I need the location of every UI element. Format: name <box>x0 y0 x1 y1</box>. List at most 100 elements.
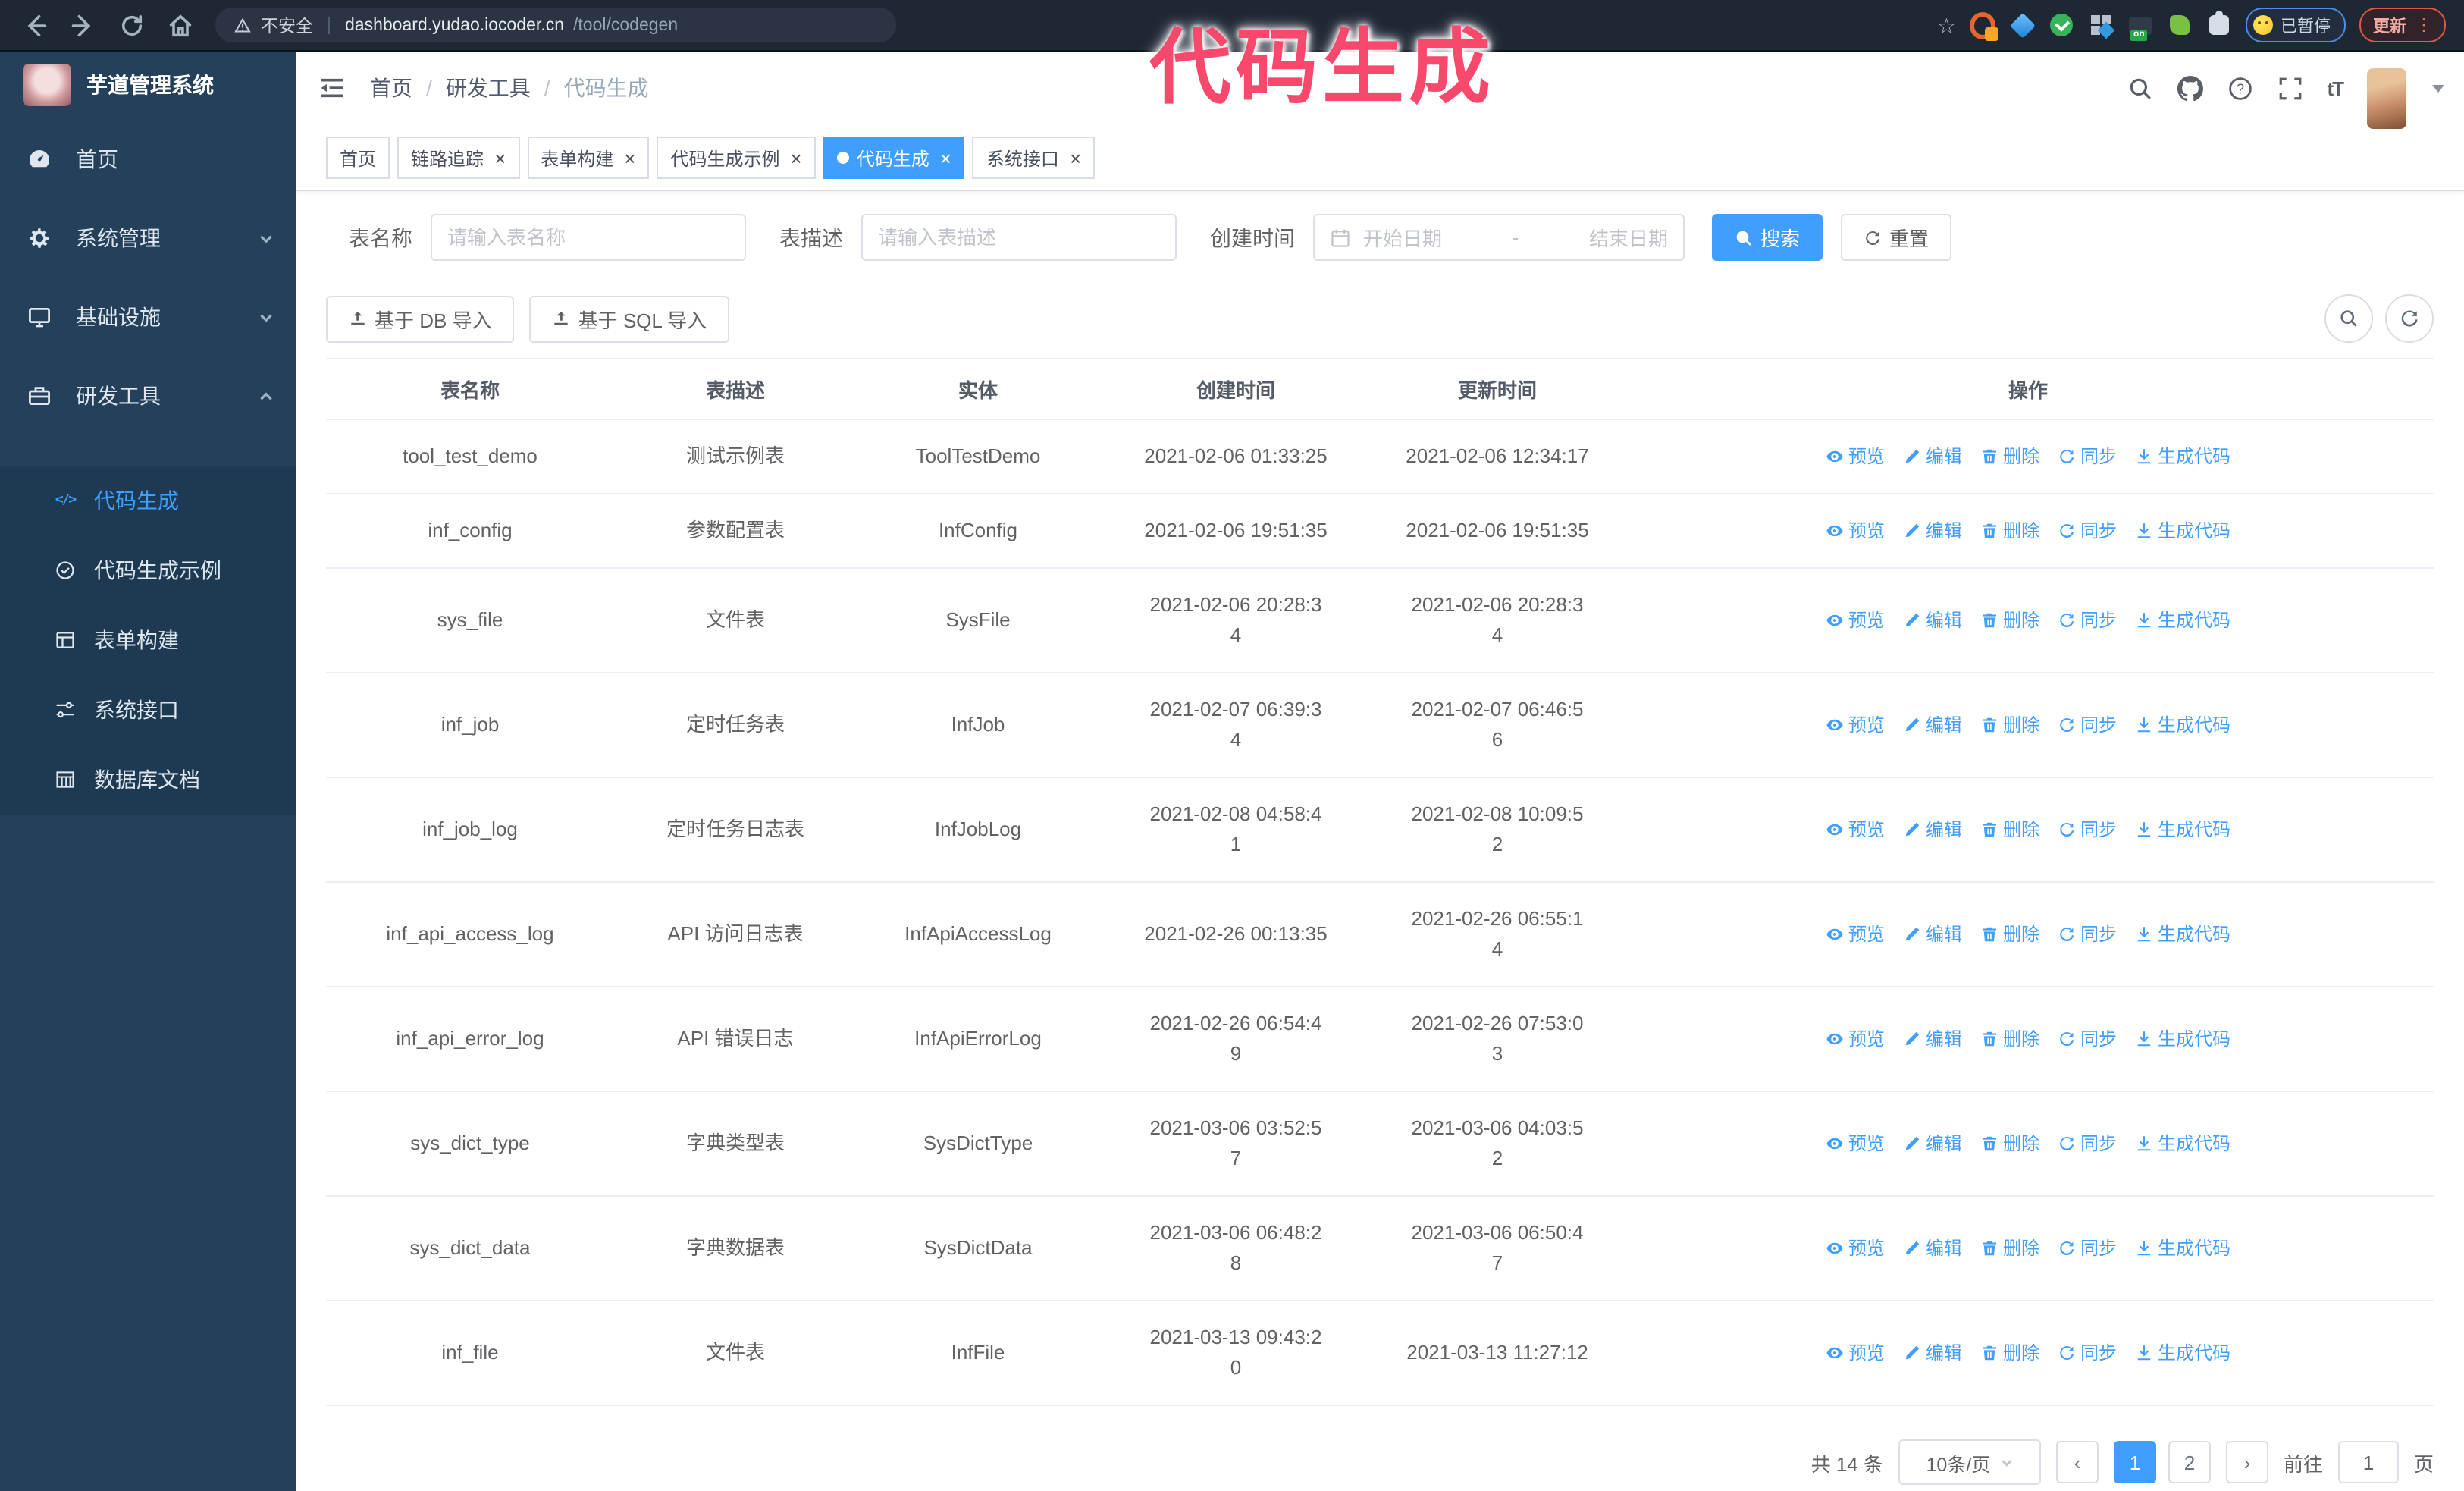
tab-4[interactable]: 代码生成 × <box>823 137 965 179</box>
delete-link[interactable]: 删除 <box>1980 605 2039 636</box>
extension-icon-grid[interactable] <box>2088 12 2114 38</box>
sidebar-item-system[interactable]: 系统管理 <box>0 199 296 278</box>
generate-code-link[interactable]: 生成代码 <box>2135 1338 2230 1368</box>
sidebar-item-home[interactable]: 首页 <box>0 120 296 199</box>
sync-link[interactable]: 同步 <box>2058 1128 2117 1159</box>
delete-link[interactable]: 删除 <box>1980 919 2039 950</box>
generate-code-link[interactable]: 生成代码 <box>2135 1024 2230 1054</box>
preview-link[interactable]: 预览 <box>1826 516 1885 546</box>
extension-icon-orange[interactable] <box>1970 11 1998 41</box>
preview-link[interactable]: 预览 <box>1826 441 1885 472</box>
avatar[interactable] <box>2367 68 2406 129</box>
generate-code-link[interactable]: 生成代码 <box>2135 605 2230 636</box>
help-icon[interactable]: ? <box>2227 75 2252 101</box>
sidebar-item-infra[interactable]: 基础设施 <box>0 278 296 356</box>
sync-link[interactable]: 同步 <box>2058 1338 2117 1368</box>
sync-link[interactable]: 同步 <box>2058 1233 2117 1263</box>
generate-code-link[interactable]: 生成代码 <box>2135 710 2230 740</box>
sidebar-item-devtools[interactable]: 研发工具 <box>0 356 296 435</box>
sync-link[interactable]: 同步 <box>2058 1024 2117 1054</box>
tab-close-icon[interactable]: × <box>494 148 506 168</box>
sidebar-item-system-api[interactable]: 系统接口 <box>0 675 296 745</box>
delete-link[interactable]: 删除 <box>1980 516 2039 546</box>
delete-link[interactable]: 删除 <box>1980 1024 2039 1054</box>
page-button-2[interactable]: 2 <box>2168 1441 2211 1483</box>
edit-link[interactable]: 编辑 <box>1903 1338 1962 1368</box>
browser-update-button[interactable]: 更新 ⋮ <box>2359 8 2446 42</box>
bookmark-star-icon[interactable]: ☆ <box>1937 14 1956 36</box>
sidebar-item-codegen[interactable]: </> 代码生成 <box>0 466 296 535</box>
prev-page-button[interactable]: ‹ <box>2055 1441 2099 1483</box>
preview-link[interactable]: 预览 <box>1826 1338 1885 1368</box>
tab-0[interactable]: 首页 <box>326 137 390 179</box>
paused-extension-badge[interactable]: 已暂停 <box>2246 8 2346 42</box>
search-button[interactable]: 搜索 <box>1712 214 1823 261</box>
import-sql-button[interactable]: 基于 SQL 导入 <box>529 295 730 342</box>
sidebar-item-form-builder[interactable]: 表单构建 <box>0 605 296 675</box>
page-size-select[interactable]: 10条/页 <box>1898 1439 2041 1485</box>
generate-code-link[interactable]: 生成代码 <box>2135 919 2230 950</box>
edit-link[interactable]: 编辑 <box>1903 1233 1962 1263</box>
delete-link[interactable]: 删除 <box>1980 1233 2039 1263</box>
home-button[interactable] <box>167 11 194 39</box>
breadcrumb-item-home[interactable]: 首页 <box>370 73 412 103</box>
search-icon[interactable] <box>2127 75 2152 101</box>
generate-code-link[interactable]: 生成代码 <box>2135 1128 2230 1159</box>
sync-link[interactable]: 同步 <box>2058 605 2117 636</box>
address-bar[interactable]: 不安全 | dashboard.yudao.iocoder.cn/tool/co… <box>215 8 896 42</box>
sidebar-item-db-doc[interactable]: 数据库文档 <box>0 745 296 815</box>
delete-link[interactable]: 删除 <box>1980 1338 2039 1368</box>
font-size-icon[interactable]: tT <box>2327 77 2344 99</box>
preview-link[interactable]: 预览 <box>1826 919 1885 950</box>
import-db-button[interactable]: 基于 DB 导入 <box>326 295 515 342</box>
reset-button[interactable]: 重置 <box>1841 214 1952 261</box>
preview-link[interactable]: 预览 <box>1826 1128 1885 1159</box>
generate-code-link[interactable]: 生成代码 <box>2135 1233 2230 1263</box>
delete-link[interactable]: 删除 <box>1980 815 2039 845</box>
sync-link[interactable]: 同步 <box>2058 815 2117 845</box>
generate-code-link[interactable]: 生成代码 <box>2135 441 2230 472</box>
tab-3[interactable]: 代码生成示例 × <box>657 137 816 179</box>
table-name-input[interactable] <box>431 214 746 261</box>
extension-icon-dark[interactable]: on <box>2127 12 2153 40</box>
edit-link[interactable]: 编辑 <box>1903 1024 1962 1054</box>
tab-2[interactable]: 表单构建 × <box>527 137 650 179</box>
delete-link[interactable]: 删除 <box>1980 710 2039 740</box>
tab-close-icon[interactable]: × <box>1070 148 1081 168</box>
extension-icon-check[interactable] <box>2049 12 2074 38</box>
delete-link[interactable]: 删除 <box>1980 441 2039 472</box>
generate-code-link[interactable]: 生成代码 <box>2135 815 2230 845</box>
sync-link[interactable]: 同步 <box>2058 516 2117 546</box>
refresh-button[interactable] <box>2385 294 2434 343</box>
tab-1[interactable]: 链路追踪 × <box>397 137 520 179</box>
sync-link[interactable]: 同步 <box>2058 710 2117 740</box>
table-desc-input[interactable] <box>861 214 1177 261</box>
extension-icon-green[interactable] <box>2167 12 2193 38</box>
forward-button[interactable] <box>70 11 97 39</box>
tab-close-icon[interactable]: × <box>940 148 951 168</box>
caret-down-icon[interactable] <box>2431 80 2446 96</box>
edit-link[interactable]: 编辑 <box>1903 441 1962 472</box>
hamburger-icon[interactable] <box>318 74 346 102</box>
delete-link[interactable]: 删除 <box>1980 1128 2039 1159</box>
search-toggle-button[interactable] <box>2324 294 2373 343</box>
edit-link[interactable]: 编辑 <box>1903 605 1962 636</box>
preview-link[interactable]: 预览 <box>1826 1233 1885 1263</box>
preview-link[interactable]: 预览 <box>1826 710 1885 740</box>
tab-close-icon[interactable]: × <box>791 148 802 168</box>
preview-link[interactable]: 预览 <box>1826 815 1885 845</box>
date-range-picker[interactable]: 开始日期 - 结束日期 <box>1313 214 1685 261</box>
back-button[interactable] <box>21 11 49 39</box>
page-button-1[interactable]: 1 <box>2113 1441 2156 1483</box>
github-icon[interactable] <box>2177 75 2203 101</box>
sync-link[interactable]: 同步 <box>2058 441 2117 472</box>
tab-5[interactable]: 系统接口 × <box>972 137 1096 179</box>
next-page-button[interactable]: › <box>2225 1441 2268 1483</box>
edit-link[interactable]: 编辑 <box>1903 815 1962 845</box>
edit-link[interactable]: 编辑 <box>1903 710 1962 740</box>
breadcrumb-item-devtools[interactable]: 研发工具 <box>446 73 531 103</box>
extension-icon-gem[interactable] <box>2009 12 2035 38</box>
goto-page-input[interactable] <box>2337 1441 2399 1483</box>
sidebar-item-codegen-example[interactable]: 代码生成示例 <box>0 535 296 605</box>
fullscreen-icon[interactable] <box>2277 75 2303 101</box>
